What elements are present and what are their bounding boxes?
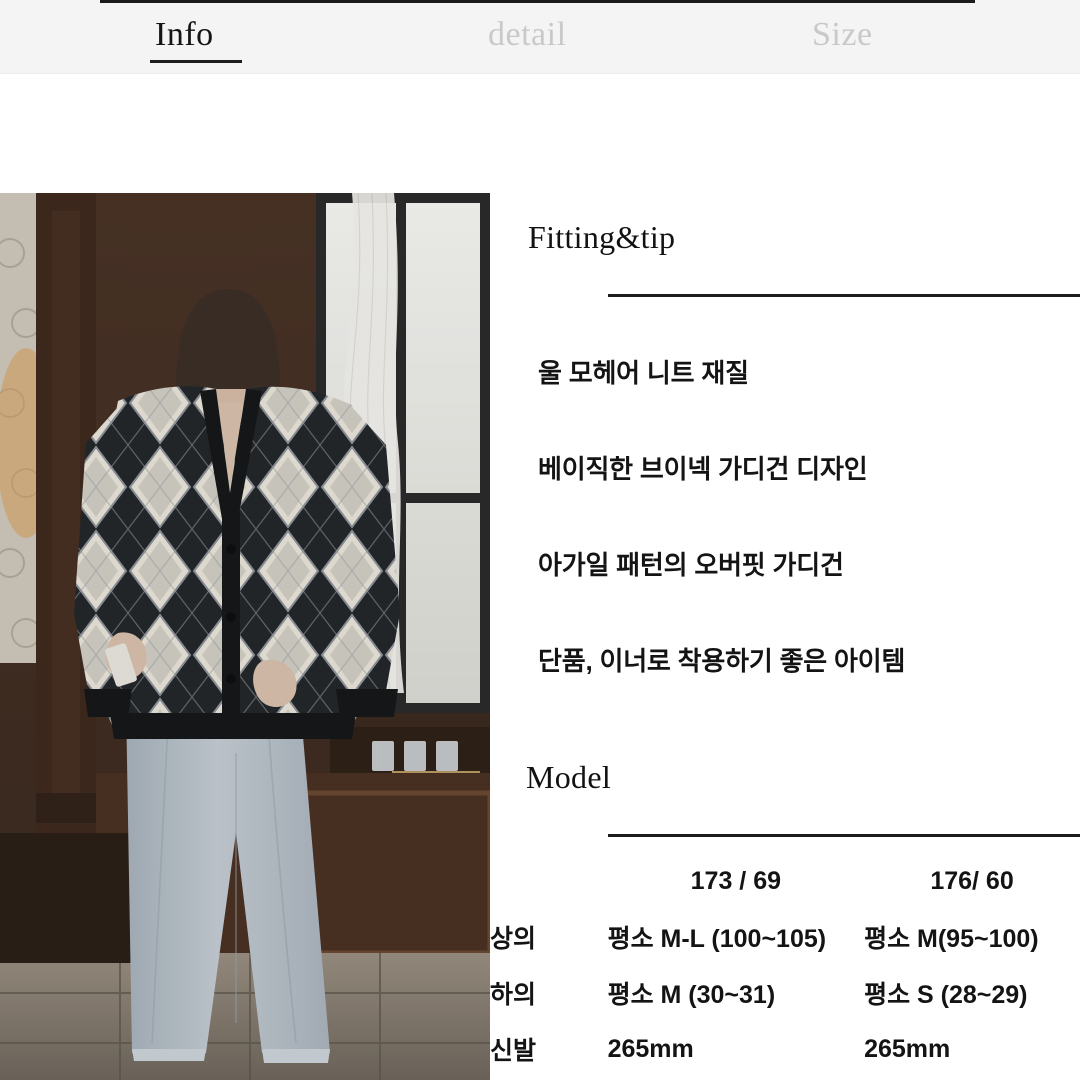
fitting-tip-item: 아가일 패턴의 오버핏 가디건 (538, 550, 844, 580)
table-row: 상의 평소 M-L (100~105) 평소 M(95~100) (490, 909, 1080, 965)
fitting-tip-item: 베이직한 브이넥 가디건 디자인 (538, 454, 868, 484)
tab-active-underline (150, 60, 242, 63)
model-rule (608, 834, 1080, 837)
model-header-blank (490, 853, 608, 909)
model-row-value-b: 265mm (864, 1034, 951, 1063)
model-row-label: 하의 (490, 981, 537, 1009)
model-row-value-b: 평소 M(95~100) (864, 925, 1039, 953)
table-header-row: 173 / 69 176/ 60 (490, 853, 1080, 909)
tab-bar: Info detail Size (0, 0, 1080, 74)
tab-size[interactable]: Size (812, 16, 873, 54)
product-photo (0, 193, 490, 1080)
product-photo-illustration (0, 193, 490, 1080)
model-header-b: 176/ 60 (930, 866, 1014, 895)
model-row-value-a: 평소 M (30~31) (607, 981, 776, 1009)
tab-info[interactable]: Info (155, 16, 214, 54)
model-row-value-a: 평소 M-L (100~105) (607, 925, 827, 953)
fitting-tip-rule (608, 294, 1080, 297)
fitting-tip-item: 단품, 이너로 착용하기 좋은 아이템 (538, 646, 906, 676)
fitting-tip-item: 울 모헤어 니트 재질 (538, 358, 749, 388)
table-row: 신발 265mm 265mm (490, 1021, 1080, 1077)
model-header-a: 173 / 69 (690, 866, 781, 895)
fitting-tip-list: 울 모헤어 니트 재질 베이직한 브이넥 가디건 디자인 아가일 패턴의 오버핏… (538, 353, 1078, 678)
model-row-value-a: 265mm (607, 1034, 694, 1063)
model-row-value-b: 평소 S (28~29) (864, 981, 1028, 1009)
tab-detail[interactable]: detail (488, 16, 567, 54)
product-info-panel: Fitting&tip 울 모헤어 니트 재질 베이직한 브이넥 가디건 디자인… (490, 193, 1080, 1080)
tab-list: Info detail Size (0, 0, 1080, 74)
model-row-label: 상의 (490, 925, 537, 953)
product-detail-page: Info detail Size Fitting&tip 울 모헤어 니트 재질… (0, 0, 1080, 1080)
model-row-label: 신발 (490, 1037, 537, 1065)
model-spec-table: 173 / 69 176/ 60 상의 평소 M-L (100~105) 평소 … (490, 853, 1080, 1077)
table-row: 하의 평소 M (30~31) 평소 S (28~29) (490, 965, 1080, 1021)
fitting-tip-heading: Fitting&tip (528, 219, 676, 255)
model-heading: Model (526, 759, 612, 795)
